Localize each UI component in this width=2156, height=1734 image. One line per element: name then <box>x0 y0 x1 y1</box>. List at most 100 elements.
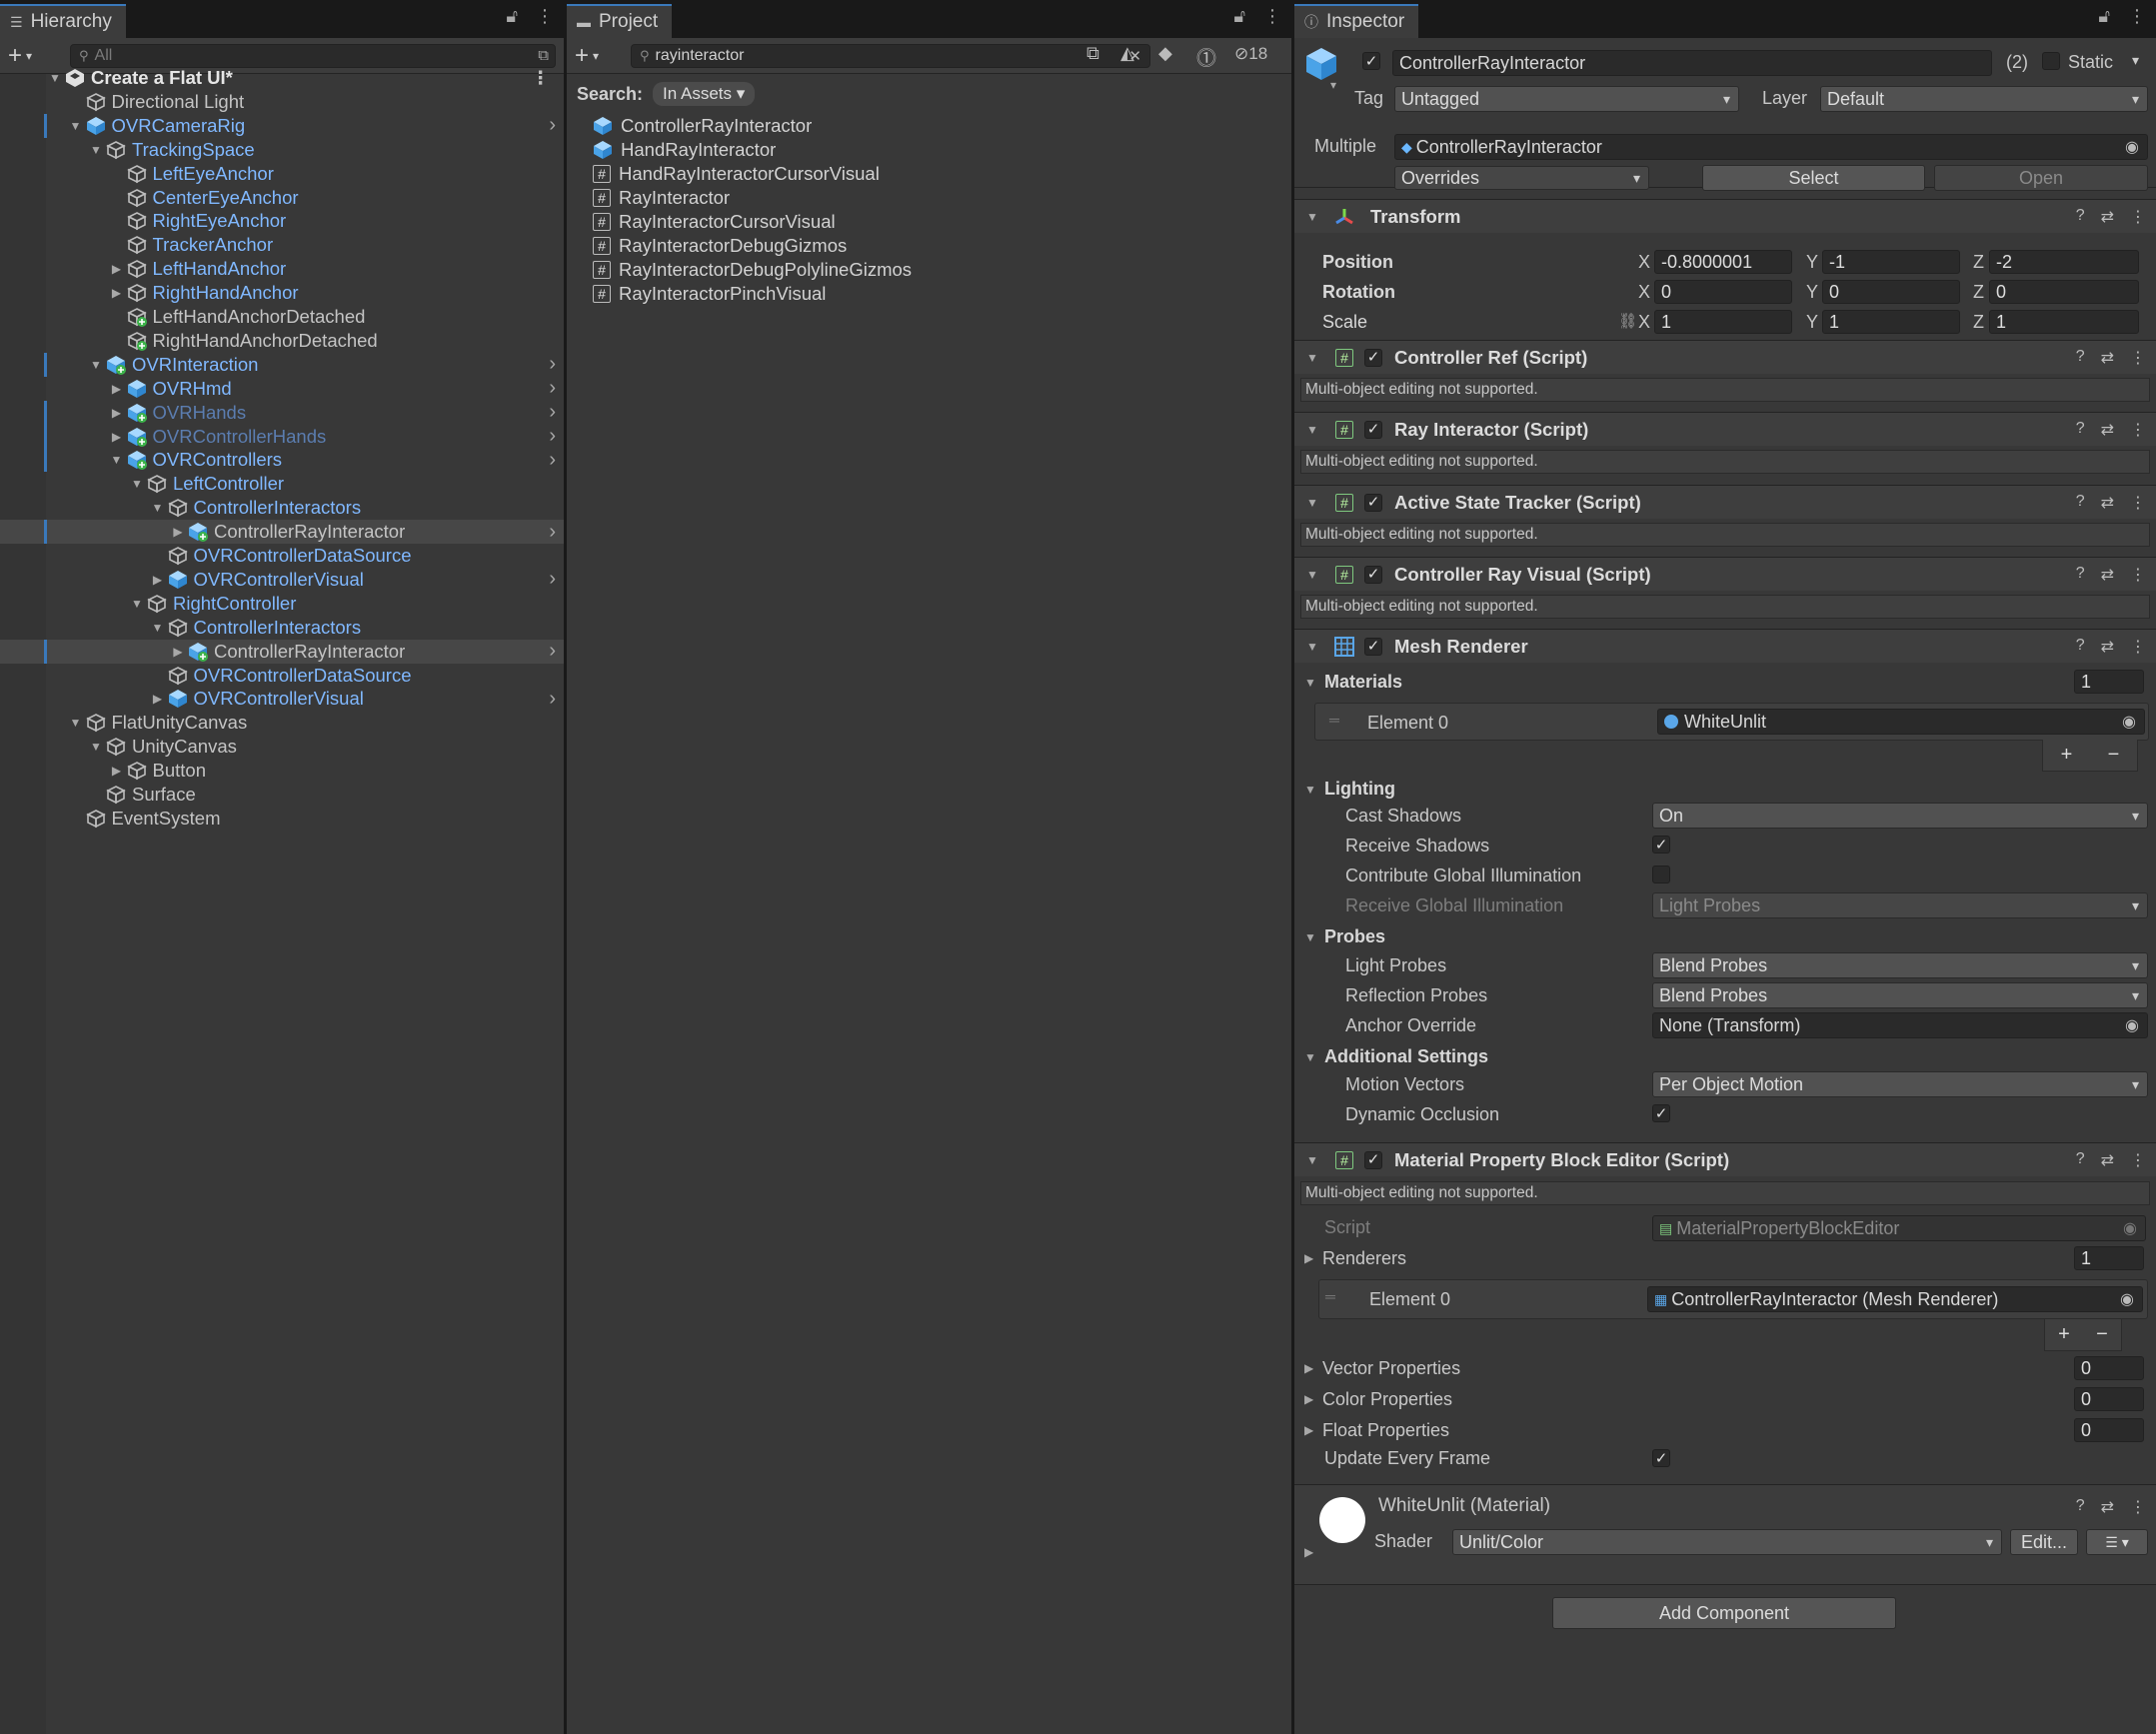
warning-icon[interactable]: ⓵ <box>1196 42 1216 71</box>
collapse-arrow-icon[interactable]: ▼ <box>87 358 105 372</box>
tree-item[interactable]: ▼ UnityCanvas <box>0 735 564 759</box>
hierarchy-search-input[interactable]: ⚲ All ⧉ <box>70 43 556 68</box>
position-y-field[interactable]: -1 <box>1822 250 1960 274</box>
expand-arrow-icon[interactable]: ▶ <box>108 286 126 300</box>
help-icon[interactable]: ? <box>2076 420 2085 440</box>
search-by-type-icon[interactable]: ⧉ <box>1086 43 1099 64</box>
kebab-menu-icon[interactable]: ⋮ <box>2128 6 2146 27</box>
renderer-field[interactable]: ▦ ControllerRayInteractor (Mesh Renderer… <box>1647 1286 2143 1312</box>
expand-arrow-icon[interactable]: ▶ <box>1304 1251 1313 1265</box>
tree-item[interactable]: EventSystem <box>0 807 564 831</box>
tree-item[interactable]: ▶ OVRControllerVisual › <box>0 687 564 711</box>
preset-icon[interactable]: ⇄ <box>2101 1497 2114 1517</box>
object-picker-icon[interactable]: ◉ <box>2125 137 2139 157</box>
collapse-arrow-icon[interactable]: ▼ <box>1306 423 1320 437</box>
open-prefab-chevron-icon[interactable]: › <box>549 377 556 400</box>
motion-vectors-dropdown[interactable]: Per Object Motion <box>1652 1071 2148 1097</box>
collapse-arrow-icon[interactable]: ▼ <box>1304 783 1316 797</box>
expand-arrow-icon[interactable]: ▶ <box>1304 1392 1313 1406</box>
asset-item[interactable]: # HandRayInteractorCursorVisual <box>567 162 1291 186</box>
expand-arrow-icon[interactable]: ▶ <box>149 573 167 587</box>
tree-item[interactable]: OVRControllerDataSource <box>0 664 564 688</box>
tree-item[interactable]: LeftHandAnchorDetached <box>0 305 564 329</box>
preset-icon[interactable]: ⇄ <box>2101 565 2114 585</box>
tree-item[interactable]: ▶ ControllerRayInteractor › <box>0 639 564 664</box>
tree-item[interactable]: ▶ ControllerRayInteractor › <box>0 520 564 545</box>
kebab-menu-icon[interactable]: ⋮ <box>2130 637 2146 657</box>
open-prefab-chevron-icon[interactable]: › <box>549 114 556 137</box>
remove-element-button[interactable]: − <box>2096 1323 2108 1346</box>
mpb-editor-header[interactable]: ▼ # ✓ Material Property Block Editor (Sc… <box>1294 1142 2156 1176</box>
tree-item[interactable]: ▶ OVRControllerHands › <box>0 424 564 449</box>
tree-item[interactable]: ▶ OVRControllerVisual › <box>0 568 564 592</box>
asset-item[interactable]: # RayInteractorDebugGizmos <box>567 234 1291 258</box>
drag-handle-icon[interactable]: ═ <box>1329 712 1339 728</box>
drag-handle-icon[interactable]: ═ <box>1325 1288 1335 1304</box>
help-icon[interactable]: ? <box>2076 565 2085 585</box>
open-prefab-chevron-icon[interactable]: › <box>549 353 556 376</box>
mesh-renderer-header[interactable]: ▼ ✓ Mesh Renderer ? ⇄ ⋮ <box>1294 629 2156 663</box>
filter-type-icon[interactable]: ◭ <box>1120 43 1134 64</box>
help-icon[interactable]: ? <box>2076 493 2085 513</box>
expand-arrow-icon[interactable]: ▶ <box>1304 1545 1313 1559</box>
material-field[interactable]: WhiteUnlit ◉ <box>1657 709 2145 735</box>
collapse-arrow-icon[interactable]: ▼ <box>128 597 146 611</box>
kebab-menu-icon[interactable]: ⋮ <box>2130 493 2146 513</box>
collapse-arrow-icon[interactable]: ▼ <box>87 143 105 157</box>
tree-item[interactable]: ▼ OVRCameraRig › <box>0 113 564 138</box>
prefab-asset-field[interactable]: ◆ ControllerRayInteractor ◉ <box>1394 134 2148 160</box>
comp-ray-interactor-header[interactable]: ▼ # ✓ Ray Interactor (Script)? ⇄ ⋮ <box>1294 412 2156 446</box>
cast-shadows-dropdown[interactable]: On <box>1652 803 2148 829</box>
search-by-type-icon[interactable]: ⧉ <box>538 47 549 64</box>
tree-item[interactable]: ▶ OVRHmd › <box>0 377 564 401</box>
contribute-gi-checkbox[interactable] <box>1652 866 1670 883</box>
collapse-arrow-icon[interactable]: ▼ <box>108 453 126 467</box>
asset-item[interactable]: # RayInteractorPinchVisual <box>567 282 1291 306</box>
tree-item[interactable]: ▼ RightController <box>0 592 564 616</box>
shader-options-button[interactable]: ☰ ▾ <box>2086 1529 2148 1555</box>
expand-arrow-icon[interactable]: ▶ <box>108 406 126 420</box>
enabled-checkbox[interactable]: ✓ <box>1364 348 1382 367</box>
tree-item[interactable]: ▶ LeftHandAnchor <box>0 257 564 281</box>
renderers-count-field[interactable]: 1 <box>2074 1246 2144 1270</box>
comp-controller-ref-header[interactable]: ▼ # ✓ Controller Ref (Script)? ⇄ ⋮ <box>1294 340 2156 374</box>
asset-item[interactable]: # RayInteractorCursorVisual <box>567 210 1291 234</box>
active-checkbox[interactable]: ✓ <box>1362 52 1380 70</box>
kebab-menu-icon[interactable]: ⋮ <box>2130 1150 2146 1170</box>
object-picker-icon[interactable]: ◉ <box>2125 1015 2139 1035</box>
section-label[interactable]: Probes <box>1324 926 1385 947</box>
project-search-input[interactable]: ⚲ rayinteractor ✕ <box>631 43 1150 68</box>
object-picker-icon[interactable]: ◉ <box>2120 1289 2134 1309</box>
expand-arrow-icon[interactable]: ▶ <box>169 645 187 659</box>
color-properties-count-field[interactable]: 0 <box>2074 1387 2144 1411</box>
materials-count-field[interactable]: 1 <box>2074 670 2144 694</box>
constrain-proportions-icon[interactable]: ⛓ <box>1618 312 1637 330</box>
open-prefab-chevron-icon[interactable]: › <box>549 425 556 448</box>
open-prefab-chevron-icon[interactable]: › <box>549 568 556 591</box>
open-prefab-chevron-icon[interactable]: › <box>549 640 556 663</box>
comp-ray-visual-header[interactable]: ▼ # ✓ Controller Ray Visual (Script)? ⇄ ⋮ <box>1294 557 2156 591</box>
add-element-button[interactable]: + <box>2061 744 2073 767</box>
kebab-menu-icon[interactable]: ⋮ <box>2130 565 2146 585</box>
open-prefab-chevron-icon[interactable]: › <box>549 449 556 472</box>
open-prefab-chevron-icon[interactable]: › <box>549 688 556 711</box>
expand-arrow-icon[interactable]: ▶ <box>1304 1423 1313 1437</box>
preset-icon[interactable]: ⇄ <box>2101 1150 2114 1170</box>
collapse-arrow-icon[interactable]: ▼ <box>1306 1153 1320 1167</box>
enabled-checkbox[interactable]: ✓ <box>1364 565 1382 584</box>
object-picker-icon[interactable]: ◉ <box>2122 712 2136 732</box>
help-icon[interactable]: ? <box>2076 637 2085 657</box>
collapse-arrow-icon[interactable]: ▼ <box>1304 676 1316 690</box>
help-icon[interactable]: ? <box>2076 207 2085 227</box>
tree-item[interactable]: ▶ RightHandAnchor <box>0 281 564 305</box>
lock-icon[interactable]: 🔓︎ <box>506 6 518 27</box>
rotation-z-field[interactable]: 0 <box>1989 280 2139 304</box>
create-asset-button[interactable]: + ▾ <box>575 42 615 70</box>
open-prefab-chevron-icon[interactable]: › <box>549 401 556 424</box>
vector-properties-count-field[interactable]: 0 <box>2074 1356 2144 1380</box>
tree-item[interactable]: RightHandAnchorDetached <box>0 329 564 353</box>
tree-item[interactable]: Directional Light <box>0 90 564 114</box>
collapse-arrow-icon[interactable]: ▼ <box>67 716 85 730</box>
position-z-field[interactable]: -2 <box>1989 250 2139 274</box>
object-name-field[interactable]: ControllerRayInteractor <box>1392 50 1992 76</box>
